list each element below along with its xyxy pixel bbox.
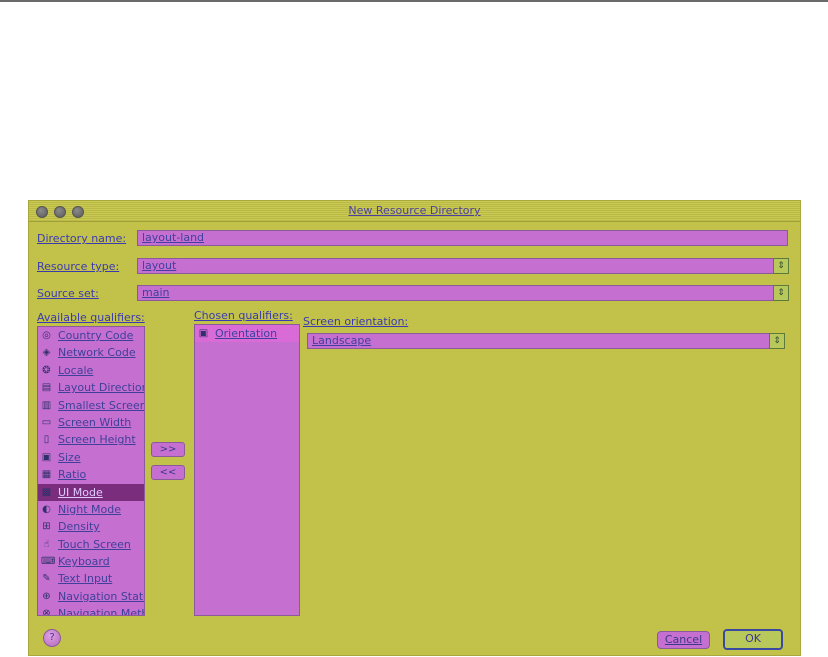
list-item-label: Navigation Method	[58, 607, 144, 616]
locale-icon: ❂	[42, 364, 51, 376]
list-item-label: Touch Screen	[58, 537, 131, 551]
list-item-label: Keyboard	[58, 555, 110, 569]
list-item[interactable]: ◎ Country Code	[38, 327, 144, 344]
night-mode-icon: ◐	[42, 503, 51, 515]
resource-type-select[interactable]: layout ⇕	[137, 258, 789, 274]
chevron-down-icon[interactable]: ⇕	[773, 285, 789, 301]
source-set-select[interactable]: main ⇕	[137, 285, 789, 301]
list-item-label: Network Code	[58, 346, 136, 360]
smallest-width-icon: ▥	[41, 399, 52, 411]
list-item[interactable]: ⊞ Density	[38, 518, 144, 535]
list-item-label: Smallest Screen Width	[58, 398, 145, 412]
ok-button[interactable]: OK	[723, 629, 783, 650]
list-item[interactable]: ⊗ Navigation Method	[38, 605, 144, 616]
list-item[interactable]: ⊕ Navigation State	[38, 588, 144, 605]
list-item[interactable]: ▣ Size	[38, 449, 144, 466]
available-qualifiers-label: Available qualifiers:	[37, 311, 145, 324]
navigation-state-icon: ⊕	[42, 590, 51, 602]
screen-orientation-select[interactable]: Landscape ⇕	[307, 333, 785, 349]
navigation-method-icon: ⊗	[42, 608, 51, 616]
text-input-icon: ✎	[42, 573, 51, 585]
new-resource-directory-dialog: New Resource Directory Directory name: l…	[28, 200, 801, 656]
title-bar[interactable]: New Resource Directory	[29, 201, 800, 222]
list-item[interactable]: ❂ Locale	[38, 362, 144, 379]
resource-type-value: layout	[142, 259, 177, 272]
help-icon[interactable]: ?	[43, 629, 61, 647]
chevron-down-icon[interactable]: ⇕	[769, 333, 785, 349]
list-item[interactable]: ⌨ Keyboard	[38, 553, 144, 570]
list-item-label: Density	[58, 520, 100, 534]
remove-qualifier-button[interactable]: <<	[151, 465, 185, 480]
touch-screen-icon: ☝	[43, 538, 50, 550]
list-item[interactable]: ▩ UI Mode	[38, 483, 144, 501]
resource-type-label: Resource type:	[37, 260, 120, 273]
list-item[interactable]: ◐ Night Mode	[38, 501, 144, 518]
source-set-label: Source set:	[37, 287, 99, 300]
density-icon: ⊞	[42, 521, 51, 533]
screen-width-icon: ▭	[41, 416, 52, 428]
available-qualifiers-list[interactable]: ◎ Country Code ◈ Network Code ❂ Locale ▤ Layout…	[37, 326, 145, 616]
directory-name-field[interactable]: layout-land	[137, 230, 788, 246]
screen-orientation-label: Screen orientation:	[303, 315, 409, 328]
list-item[interactable]: ▣ Orientation	[195, 325, 299, 343]
list-item[interactable]: ▥ Smallest Screen Width	[38, 397, 144, 414]
list-item-label: Size	[58, 450, 81, 464]
list-item-label: Layout Direction	[58, 381, 145, 395]
list-item[interactable]: ✎ Text Input	[38, 570, 144, 587]
layout-direction-icon: ▤	[41, 382, 52, 394]
list-item[interactable]: ◈ Network Code	[38, 344, 144, 361]
list-item-label: Screen Height	[58, 433, 136, 447]
list-item[interactable]: ☝ Touch Screen	[38, 536, 144, 553]
list-item[interactable]: ▦ Ratio	[38, 466, 144, 483]
ui-mode-icon: ▩	[41, 486, 52, 498]
source-set-value: main	[142, 286, 170, 299]
add-qualifier-button[interactable]: >>	[151, 442, 185, 457]
list-item[interactable]: ▤ Layout Direction	[38, 379, 144, 396]
list-item-label: Locale	[58, 363, 94, 377]
screen-height-icon: ▯	[43, 434, 50, 446]
chevron-down-icon[interactable]: ⇕	[773, 258, 789, 274]
list-item[interactable]: ▯ Screen Height	[38, 431, 144, 448]
screen-orientation-value: Landscape	[312, 334, 372, 347]
orientation-icon: ▣	[198, 328, 209, 339]
list-item-label: Text Input	[58, 572, 113, 586]
directory-name-label: Directory name:	[37, 232, 127, 245]
dialog-title: New Resource Directory	[348, 204, 481, 217]
network-icon: ◈	[42, 347, 51, 359]
list-item[interactable]: ▭ Screen Width	[38, 414, 144, 431]
list-item-label: Screen Width	[58, 415, 132, 429]
list-item-label: Night Mode	[58, 502, 122, 516]
chosen-qualifiers-list[interactable]: ▣ Orientation	[194, 324, 300, 616]
ratio-icon: ▦	[41, 469, 52, 481]
chosen-qualifiers-label: Chosen qualifiers:	[194, 309, 293, 322]
list-item-label: Ratio	[58, 468, 87, 482]
globe-icon: ◎	[42, 330, 51, 341]
size-icon: ▣	[41, 451, 52, 463]
keyboard-icon: ⌨	[41, 556, 56, 568]
list-item-label: Country Code	[58, 329, 134, 342]
list-item-label: Orientation	[215, 327, 278, 340]
list-item-label: UI Mode	[58, 485, 103, 499]
list-item-label: Navigation State	[58, 589, 145, 603]
top-divider	[0, 0, 828, 2]
cancel-button[interactable]: Cancel	[657, 631, 710, 649]
